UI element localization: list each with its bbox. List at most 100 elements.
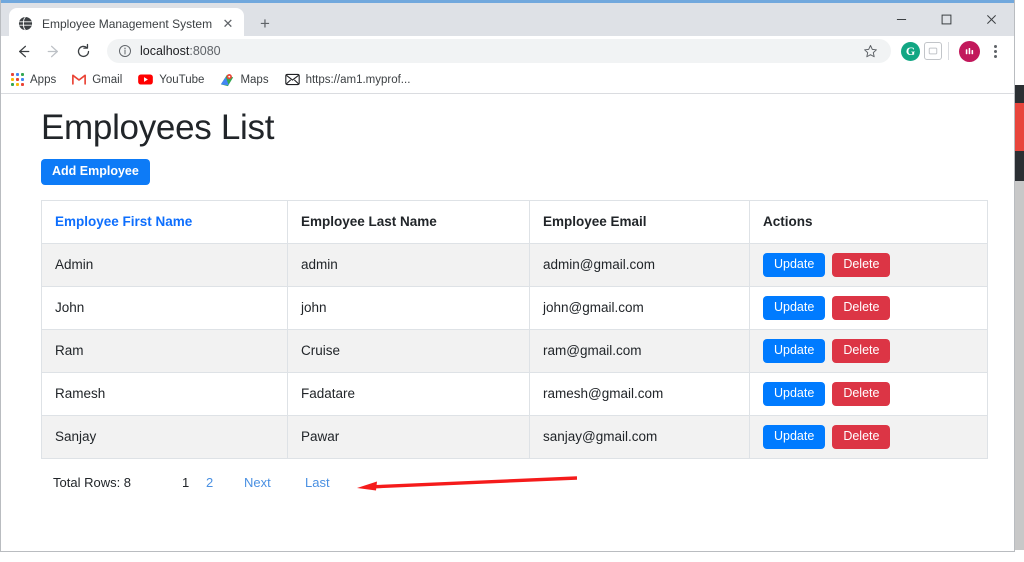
close-icon[interactable]: ✕ [220,16,236,32]
cell-actions: Update Delete [749,414,988,459]
cell-last-name: john [287,285,530,330]
bookmark-youtube[interactable]: YouTube [138,74,204,86]
page-viewport: Employees List Add Employee Employee Fir… [1,94,1014,551]
reload-icon[interactable] [69,37,97,65]
back-icon[interactable] [9,37,37,65]
info-circle-icon[interactable] [117,44,132,59]
delete-button[interactable]: Delete [832,253,891,277]
update-button[interactable]: Update [763,339,826,363]
bookmark-star-icon[interactable] [859,40,881,62]
delete-button[interactable]: Delete [832,425,891,449]
page-1-current: 1 [182,475,190,491]
last-page-link[interactable]: Last [305,475,330,490]
kebab-dot [993,44,997,48]
update-button[interactable]: Update [763,382,826,406]
bookmark-maps[interactable]: Maps [220,73,269,87]
next-page-link[interactable]: Next [244,475,271,490]
cell-last-name: Fadatare [287,371,530,416]
employees-table: Employee First Name Employee Last Name E… [41,199,988,459]
maximize-icon[interactable] [924,3,969,36]
cell-last-name: Pawar [287,414,530,459]
bookmark-label: Maps [240,73,269,86]
background-window-red-segment [1015,103,1024,151]
grammarly-icon[interactable]: G [901,41,920,61]
cell-actions: Update Delete [749,328,988,373]
page-title: Employees List [41,108,275,147]
bookmarks-bar: Apps Gmail YouTube Maps https://am1.mypr… [1,66,1014,94]
avatar[interactable] [959,40,980,62]
cell-email: john@gmail.com [529,285,750,330]
column-header-last-name: Employee Last Name [287,199,530,244]
red-arrow-annotation [357,476,577,491]
cell-first-name: Sanjay [41,414,288,459]
gmail-icon [72,74,87,85]
table-row: Sanjay Pawar sanjay@gmail.com Update Del… [41,414,988,459]
window-controls [879,3,1014,36]
bookmark-myprof[interactable]: https://am1.myprof... [284,73,411,86]
page-2-link[interactable]: 2 [206,475,213,490]
sort-first-name-link[interactable]: Employee First Name [55,214,192,229]
kebab-dot [993,54,997,58]
table-row: Ramesh Fadatare ramesh@gmail.com Update … [41,371,988,416]
add-employee-button[interactable]: Add Employee [41,159,150,185]
cell-actions: Update Delete [749,371,988,416]
table-row: Admin admin admin@gmail.com Update Delet… [41,242,988,287]
bookmark-label: Gmail [92,73,123,86]
cell-email: sanjay@gmail.com [529,414,750,459]
url-text: localhost:8080 [140,44,221,58]
bookmark-gmail[interactable]: Gmail [72,74,122,86]
cell-email: ramesh@gmail.com [529,371,750,416]
delete-button[interactable]: Delete [832,339,891,363]
update-button[interactable]: Update [763,296,826,320]
column-header-first-name: Employee First Name [41,199,288,244]
extension-icons: G [897,38,1006,64]
bookmark-label: https://am1.myprof... [305,73,411,86]
url-port: :8080 [189,44,221,58]
column-header-actions: Actions [749,199,988,244]
new-tab-button[interactable]: + [253,12,277,36]
extension-icon[interactable] [924,42,942,60]
delete-button[interactable]: Delete [832,296,891,320]
globe-icon [17,16,33,32]
cell-first-name: John [41,285,288,330]
column-header-email: Employee Email [529,199,750,244]
table-header-row: Employee First Name Employee Last Name E… [41,199,988,244]
cell-first-name: Admin [41,242,288,287]
cell-first-name: Ramesh [41,371,288,416]
url-host: localhost [140,44,190,58]
bookmark-apps[interactable]: Apps [11,73,56,86]
cell-last-name: Cruise [287,328,530,373]
browser-toolbar: localhost:8080 G [1,36,1014,66]
update-button[interactable]: Update [763,425,826,449]
cell-actions: Update Delete [749,285,988,330]
update-button[interactable]: Update [763,253,826,277]
envelope-icon [284,73,300,86]
total-rows-label: Total Rows: 8 [53,475,132,491]
browser-tab[interactable]: Employee Management System ✕ [9,8,244,39]
tab-strip: Employee Management System ✕ + [1,0,1014,39]
maps-pin-icon [220,73,234,87]
background-window-edge [1015,85,1024,181]
desktop: Employee Management System ✕ + localhost… [0,0,1024,562]
bookmark-label: Apps [30,73,57,86]
browser-menu-icon[interactable] [984,38,1006,64]
toolbar-divider [948,42,949,60]
pagination: Total Rows: 8 1 2 Next Last [41,472,976,494]
table-row: John john john@gmail.com Update Delete [41,285,988,330]
cell-email: ram@gmail.com [529,328,750,373]
cell-actions: Update Delete [749,242,988,287]
background-window-edge-lower [1015,181,1024,554]
address-bar[interactable]: localhost:8080 [107,39,891,63]
kebab-dot [993,49,997,53]
close-window-icon[interactable] [969,3,1014,36]
delete-button[interactable]: Delete [832,382,891,406]
apps-grid-icon [11,73,24,86]
table-row: Ram Cruise ram@gmail.com Update Delete [41,328,988,373]
forward-icon [39,37,67,65]
cell-email: admin@gmail.com [529,242,750,287]
minimize-icon[interactable] [879,3,924,36]
cell-first-name: Ram [41,328,288,373]
cell-last-name: admin [287,242,530,287]
bookmark-label: YouTube [159,73,205,86]
youtube-icon [138,74,154,85]
